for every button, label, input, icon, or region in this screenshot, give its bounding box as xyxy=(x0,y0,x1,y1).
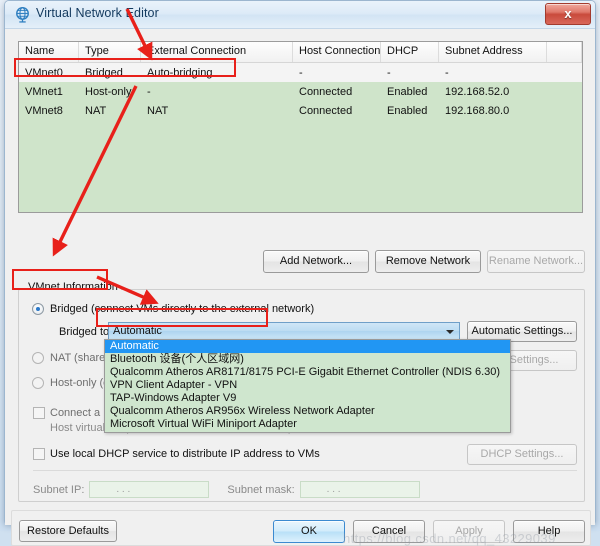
dhcp-settings-button: DHCP Settings... xyxy=(467,444,577,465)
add-network-button[interactable]: Add Network... xyxy=(263,250,369,273)
column-header-external[interactable]: External Connection xyxy=(141,42,293,62)
column-header-name[interactable]: Name xyxy=(19,42,79,62)
radio-bridged[interactable]: Bridged (connect VMs directly to the ext… xyxy=(32,303,314,315)
window-title: Virtual Network Editor xyxy=(36,6,159,20)
cell-subnet: 192.168.80.0 xyxy=(445,104,510,117)
checkbox-use-local-dhcp-label: Use local DHCP service to distribute IP … xyxy=(50,448,320,460)
cell-host: - xyxy=(299,66,303,79)
globe-network-icon xyxy=(16,7,29,23)
dropdown-item[interactable]: Automatic xyxy=(105,340,510,353)
column-header-host[interactable]: Host Connection xyxy=(293,42,381,62)
checkbox-use-local-dhcp[interactable]: Use local DHCP service to distribute IP … xyxy=(33,448,320,460)
table-row[interactable]: VMnet1 Host-only - Connected Enabled 192… xyxy=(19,82,582,101)
radio-host-only-icon xyxy=(32,377,44,389)
dropdown-item[interactable]: Bluetooth 设备(个人区域网) xyxy=(105,353,510,366)
subnet-ip-input[interactable]: . . . xyxy=(89,481,210,498)
vmnet-information-title: VMnet Information xyxy=(25,281,121,293)
cell-dhcp: - xyxy=(387,66,391,79)
subnet-mask-input[interactable]: . . . xyxy=(299,481,420,498)
dropdown-item[interactable]: TAP-Windows Adapter V9 xyxy=(105,392,510,405)
cell-external: NAT xyxy=(147,104,169,117)
radio-nat-icon xyxy=(32,352,44,364)
bridged-to-dropdown-list[interactable]: Automatic Bluetooth 设备(个人区域网) Qualcomm A… xyxy=(104,339,511,433)
table-row[interactable]: VMnet8 NAT NAT Connected Enabled 192.168… xyxy=(19,101,582,120)
table-header-row: Name Type External Connection Host Conne… xyxy=(19,42,582,63)
dropdown-item[interactable]: Microsoft Virtual WiFi Miniport Adapter xyxy=(105,418,510,431)
cell-type: NAT xyxy=(85,104,107,117)
cell-type: Host-only xyxy=(85,85,132,98)
section-divider xyxy=(33,470,577,471)
column-header-dhcp[interactable]: DHCP xyxy=(381,42,439,62)
subnet-ip-label: Subnet IP: xyxy=(33,483,85,496)
virtual-network-editor-dialog: Virtual Network Editor x Name Type Exter… xyxy=(4,0,596,546)
cell-name: VMnet1 xyxy=(25,85,63,98)
subnet-ip-value: . . . xyxy=(116,484,131,495)
cell-host: Connected xyxy=(299,104,353,117)
chevron-down-icon[interactable] xyxy=(446,330,454,334)
cell-name: VMnet8 xyxy=(25,104,63,117)
table-row[interactable]: VMnet0 Bridged Auto-bridging - - - xyxy=(19,63,582,82)
radio-bridged-label: Bridged (connect VMs directly to the ext… xyxy=(50,303,315,315)
ok-button[interactable]: OK xyxy=(273,520,345,543)
bridged-to-value: Automatic xyxy=(113,325,162,337)
watermark: https://blog.csdn.net/qq_43229039 xyxy=(343,531,556,546)
checkbox-icon xyxy=(33,407,45,419)
dialog-body: Name Type External Connection Host Conne… xyxy=(5,29,595,546)
network-table[interactable]: Name Type External Connection Host Conne… xyxy=(18,41,583,213)
column-header-subnet[interactable]: Subnet Address xyxy=(439,42,547,62)
cell-external: - xyxy=(147,85,151,98)
restore-defaults-button[interactable]: Restore Defaults xyxy=(19,520,117,542)
subnet-mask-value: . . . xyxy=(326,484,341,495)
bridged-to-combobox[interactable]: Automatic xyxy=(108,322,460,340)
remove-network-button[interactable]: Remove Network xyxy=(375,250,481,273)
checkbox-icon xyxy=(33,448,45,460)
cell-type: Bridged xyxy=(85,66,123,79)
cell-subnet: - xyxy=(445,66,449,79)
cell-external: Auto-bridging xyxy=(147,66,213,79)
close-icon: x xyxy=(564,6,572,21)
bridged-to-label: Bridged to: xyxy=(59,326,113,338)
rename-network-button: Rename Network... xyxy=(487,250,585,273)
cell-name: VMnet0 xyxy=(25,66,63,79)
dropdown-item[interactable]: Qualcomm Atheros AR8171/8175 PCI-E Gigab… xyxy=(105,366,510,379)
dropdown-item[interactable]: VPN Client Adapter - VPN xyxy=(105,379,510,392)
dropdown-item[interactable]: Qualcomm Atheros AR956x Wireless Network… xyxy=(105,405,510,418)
cell-host: Connected xyxy=(299,85,353,98)
title-bar: Virtual Network Editor x xyxy=(5,1,595,29)
cell-dhcp: Enabled xyxy=(387,85,428,98)
radio-bridged-icon xyxy=(32,303,44,315)
column-header-spacer xyxy=(547,42,582,62)
subnet-fields-row: Subnet IP: . . . Subnet mask: . . . xyxy=(33,481,438,498)
column-header-type[interactable]: Type xyxy=(79,42,141,62)
cell-dhcp: Enabled xyxy=(387,104,428,117)
cell-subnet: 192.168.52.0 xyxy=(445,85,510,98)
close-button[interactable]: x xyxy=(545,3,591,25)
subnet-mask-label: Subnet mask: xyxy=(227,483,295,496)
